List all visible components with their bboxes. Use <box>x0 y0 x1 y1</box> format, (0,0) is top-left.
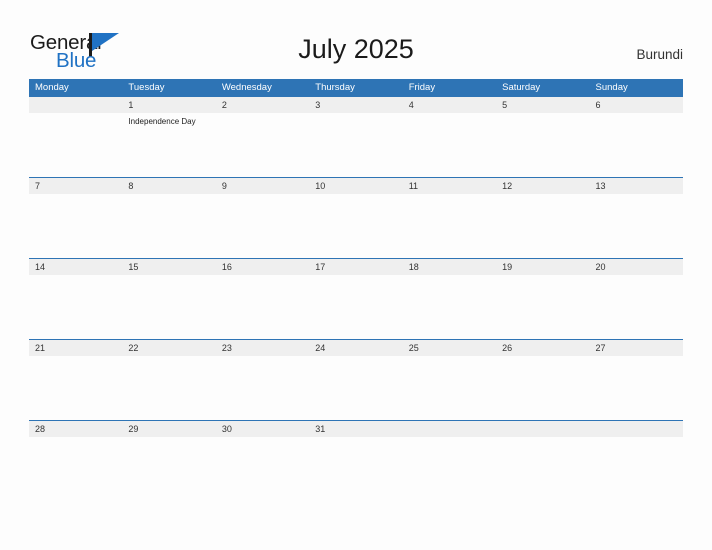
week-event-body <box>29 275 683 338</box>
weekday-header-wednesday: Wednesday <box>221 82 272 93</box>
day-cell[interactable] <box>403 275 496 338</box>
day-cell[interactable] <box>590 275 683 338</box>
week-row: 1 2 3 4 5 6 Independence Day <box>29 96 683 177</box>
day-cell[interactable] <box>590 356 683 419</box>
day-cell[interactable] <box>496 113 589 176</box>
weekday-header-tuesday: Tuesday <box>128 82 165 93</box>
weekday-header-row: Monday Tuesday Wednesday Thursday Friday… <box>29 79 683 96</box>
day-cell[interactable] <box>122 275 215 338</box>
day-number[interactable] <box>403 421 496 437</box>
day-cell[interactable] <box>496 275 589 338</box>
day-cell[interactable] <box>403 356 496 419</box>
day-cell[interactable] <box>216 356 309 419</box>
day-number[interactable] <box>496 421 589 437</box>
week-row: 21 22 23 24 25 26 27 <box>29 339 683 420</box>
day-cell[interactable] <box>29 194 122 257</box>
day-cell[interactable] <box>309 437 402 500</box>
day-number[interactable]: 10 <box>309 178 402 194</box>
day-number[interactable]: 6 <box>590 97 683 113</box>
day-number[interactable]: 24 <box>309 340 402 356</box>
day-number[interactable]: 19 <box>496 259 589 275</box>
week-row: 7 8 9 10 11 12 13 <box>29 177 683 258</box>
day-cell[interactable] <box>496 194 589 257</box>
page-header: General Blue July 2025 Burundi <box>0 0 712 78</box>
weekday-header-thursday: Thursday <box>315 82 355 93</box>
weekday-header-sunday: Sunday <box>595 82 628 93</box>
day-number[interactable]: 27 <box>590 340 683 356</box>
day-cell[interactable] <box>403 194 496 257</box>
day-cell[interactable] <box>216 113 309 176</box>
weekday-header-friday: Friday <box>408 82 436 93</box>
week-event-body: Independence Day <box>29 113 683 176</box>
day-number[interactable]: 29 <box>122 421 215 437</box>
day-cell[interactable] <box>403 437 496 500</box>
day-number[interactable]: 16 <box>216 259 309 275</box>
day-cell[interactable] <box>29 275 122 338</box>
day-cell[interactable] <box>590 437 683 500</box>
day-number[interactable]: 23 <box>216 340 309 356</box>
day-cell[interactable] <box>216 275 309 338</box>
day-number[interactable]: 2 <box>216 97 309 113</box>
week-event-body <box>29 437 683 500</box>
day-number[interactable]: 15 <box>122 259 215 275</box>
day-number[interactable]: 25 <box>403 340 496 356</box>
day-number[interactable]: 14 <box>29 259 122 275</box>
day-number[interactable]: 20 <box>590 259 683 275</box>
week-event-body <box>29 356 683 419</box>
day-number[interactable]: 30 <box>216 421 309 437</box>
day-cell[interactable] <box>216 194 309 257</box>
day-cell[interactable]: Independence Day <box>122 113 215 176</box>
day-cell[interactable] <box>309 356 402 419</box>
day-number[interactable]: 5 <box>496 97 589 113</box>
day-cell[interactable] <box>29 356 122 419</box>
week-date-band: 21 22 23 24 25 26 27 <box>29 340 683 356</box>
week-date-band: 7 8 9 10 11 12 13 <box>29 178 683 194</box>
day-cell[interactable] <box>309 113 402 176</box>
day-cell[interactable] <box>122 194 215 257</box>
weekday-header-saturday: Saturday <box>502 82 541 93</box>
calendar-grid: Monday Tuesday Wednesday Thursday Friday… <box>29 79 683 501</box>
day-cell[interactable] <box>309 194 402 257</box>
day-number[interactable]: 31 <box>309 421 402 437</box>
week-date-band: 14 15 16 17 18 19 20 <box>29 259 683 275</box>
day-number[interactable]: 3 <box>309 97 402 113</box>
event-label: Independence Day <box>128 117 196 126</box>
day-number[interactable]: 12 <box>496 178 589 194</box>
day-number[interactable]: 1 <box>122 97 215 113</box>
day-cell[interactable] <box>496 356 589 419</box>
day-number[interactable]: 11 <box>403 178 496 194</box>
day-number[interactable]: 8 <box>122 178 215 194</box>
day-number[interactable]: 18 <box>403 259 496 275</box>
day-number[interactable]: 28 <box>29 421 122 437</box>
country-label: Burundi <box>636 47 683 62</box>
day-cell[interactable] <box>29 113 122 176</box>
day-number[interactable]: 26 <box>496 340 589 356</box>
weekday-header-monday: Monday <box>35 82 69 93</box>
day-cell[interactable] <box>122 356 215 419</box>
day-cell[interactable] <box>309 275 402 338</box>
day-cell[interactable] <box>496 437 589 500</box>
day-number[interactable] <box>590 421 683 437</box>
day-cell[interactable] <box>122 437 215 500</box>
day-cell[interactable] <box>590 194 683 257</box>
week-row: 28 29 30 31 <box>29 420 683 501</box>
day-number[interactable]: 13 <box>590 178 683 194</box>
week-date-band: 1 2 3 4 5 6 <box>29 97 683 113</box>
week-event-body <box>29 194 683 257</box>
day-number[interactable]: 9 <box>216 178 309 194</box>
page-title: July 2025 <box>298 34 414 64</box>
day-cell[interactable] <box>29 437 122 500</box>
day-cell[interactable] <box>216 437 309 500</box>
day-number[interactable]: 4 <box>403 97 496 113</box>
day-cell[interactable] <box>590 113 683 176</box>
week-date-band: 28 29 30 31 <box>29 421 683 437</box>
day-number[interactable]: 22 <box>122 340 215 356</box>
day-number[interactable]: 7 <box>29 178 122 194</box>
calendar-page: General Blue July 2025 Burundi Monday Tu… <box>0 0 712 550</box>
day-number[interactable] <box>29 97 122 113</box>
week-row: 14 15 16 17 18 19 20 <box>29 258 683 339</box>
day-number[interactable]: 17 <box>309 259 402 275</box>
day-cell[interactable] <box>403 113 496 176</box>
day-number[interactable]: 21 <box>29 340 122 356</box>
